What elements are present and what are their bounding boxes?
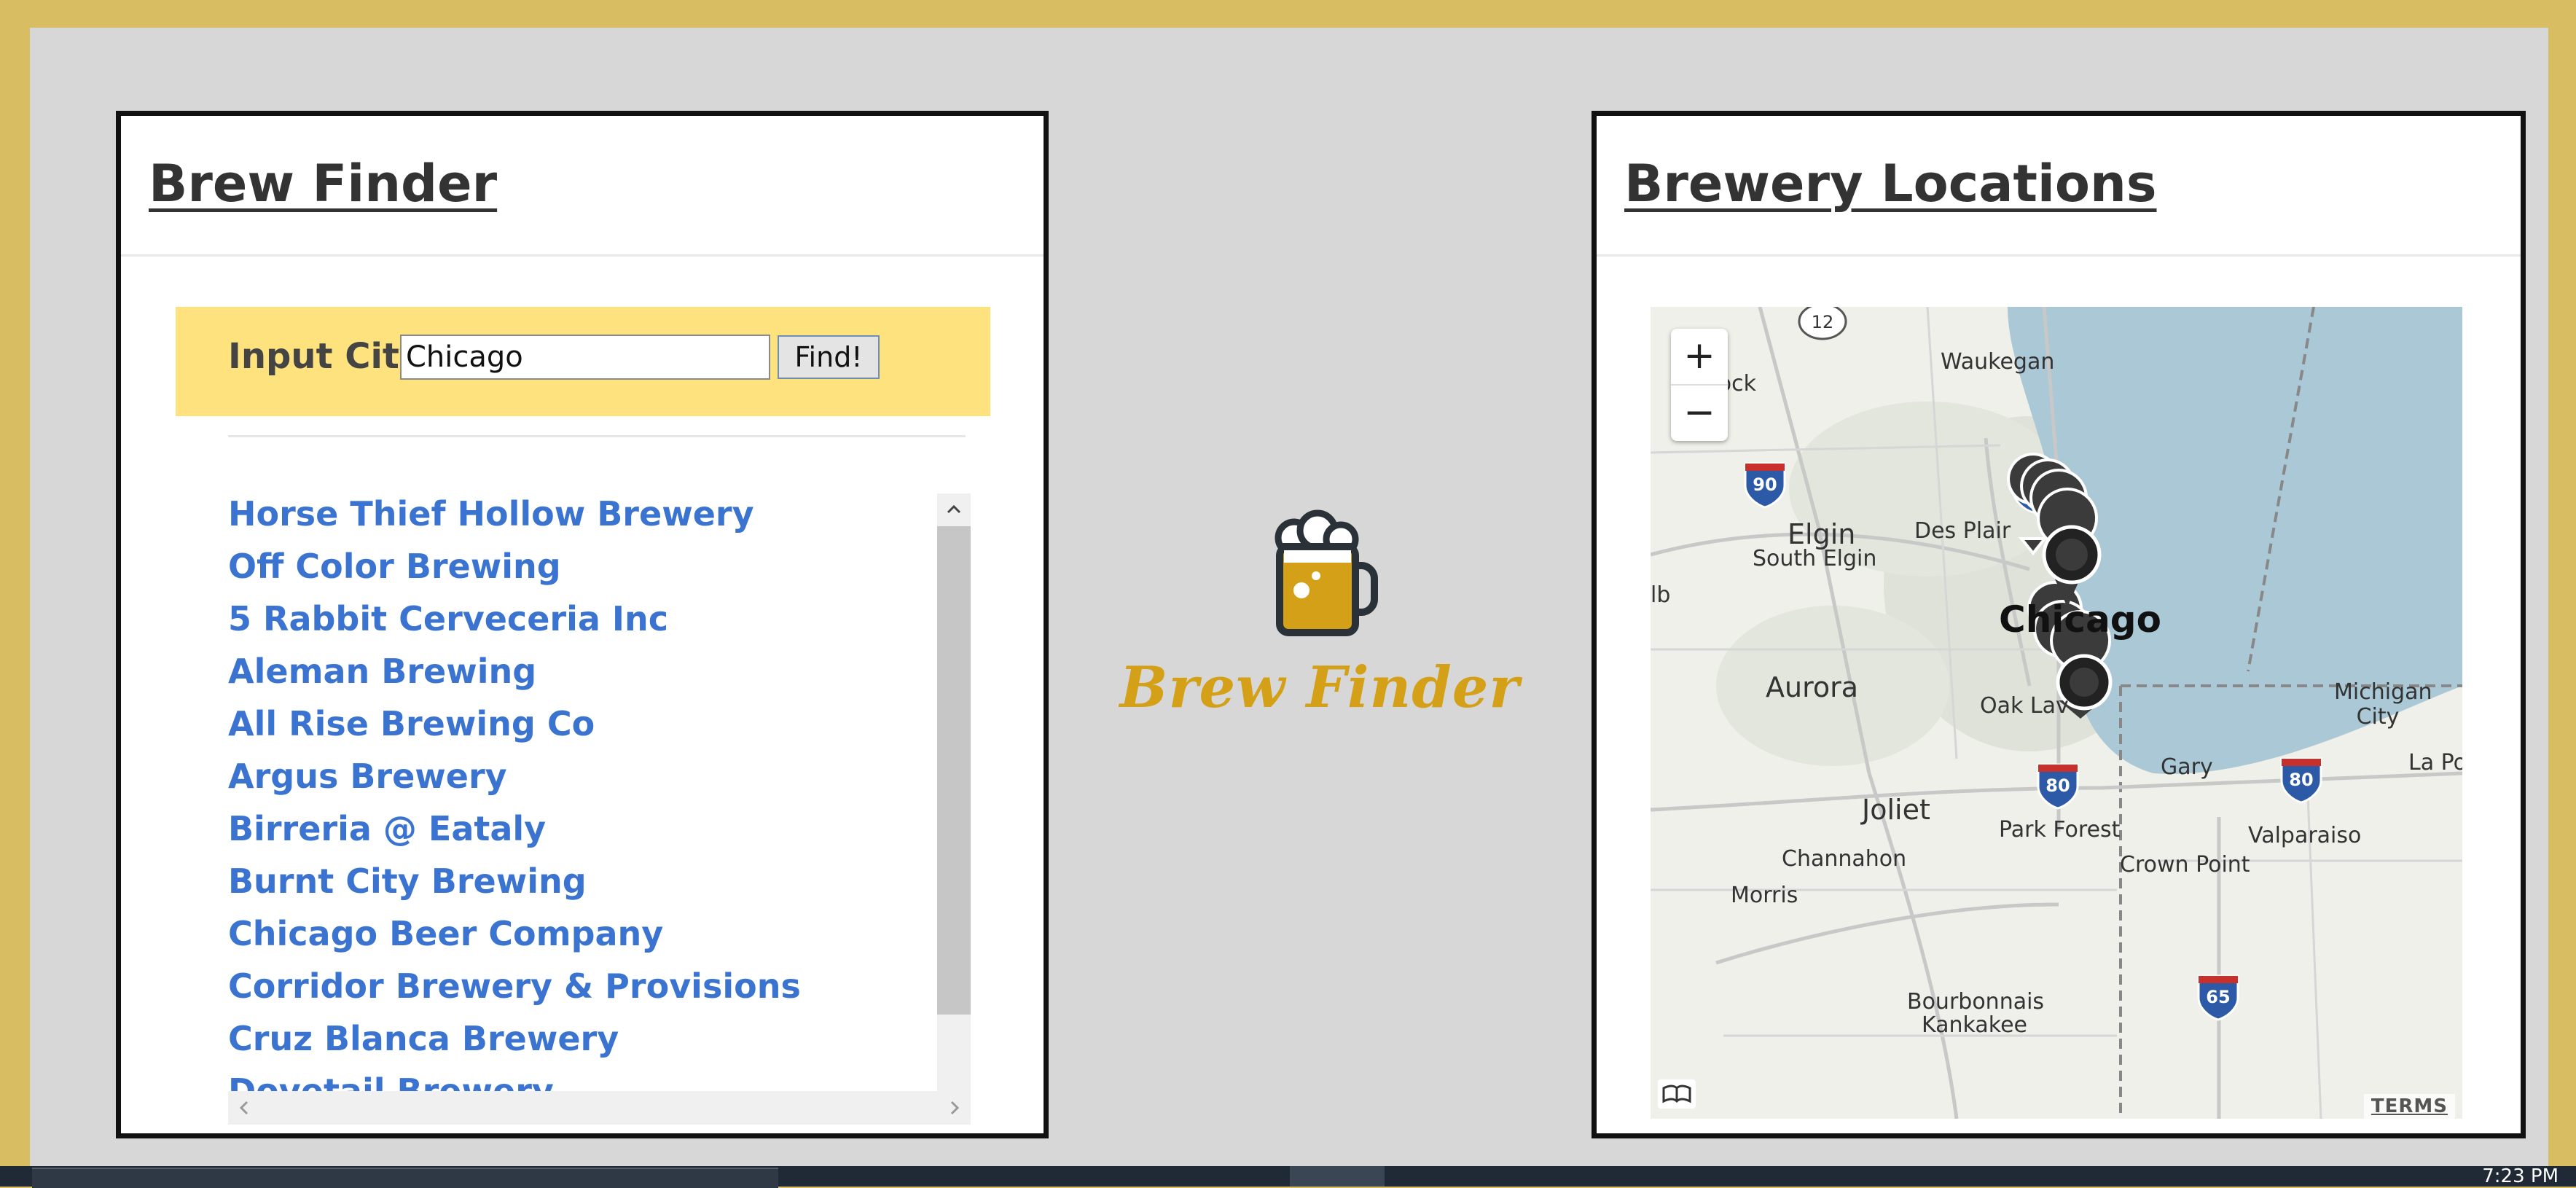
taskbar-search-box[interactable] [32, 1168, 778, 1188]
chevron-up-icon[interactable] [937, 493, 971, 524]
svg-text:90: 90 [1753, 474, 1777, 495]
brewery-result-link[interactable]: Horse Thief Hollow Brewery [228, 489, 957, 542]
brewery-result-link[interactable]: Cruz Blanca Brewery [228, 1014, 957, 1066]
logo-wordmark: Brew Finder [1119, 654, 1520, 721]
map-label-des-plaines: Des Plair [1914, 518, 2011, 544]
brewery-result-link[interactable]: Birreria @ Eataly [228, 804, 957, 856]
brewery-result-link[interactable]: 5 Rabbit Cerveceria Inc [228, 594, 957, 646]
svg-text:12: 12 [1812, 312, 1834, 332]
svg-text:65: 65 [2206, 987, 2230, 1007]
map-label-waukegan: Waukegan [1941, 349, 2055, 375]
map-label-valparaiso: Valparaiso [2248, 823, 2362, 848]
brewery-locations-header: Brewery Locations [1597, 116, 2521, 257]
brew-finder-logo: Brew Finder [1094, 509, 1546, 727]
brew-finder-title: Brew Finder [149, 154, 498, 214]
map-label-michigan-city: Michigan City [2334, 679, 2432, 730]
map-terms-link[interactable]: TERMS [2363, 1094, 2455, 1119]
brewery-locations-card: Brewery Locations 90 80 80 65 12 Waukega… [1592, 111, 2526, 1138]
find-button[interactable]: Find! [778, 335, 880, 379]
brew-finder-header: Brew Finder [121, 116, 1044, 257]
chevron-left-icon[interactable] [230, 1091, 259, 1125]
zoom-in-button[interactable]: + [1671, 329, 1728, 386]
beer-mug-icon [1275, 509, 1378, 636]
horizontal-scrollbar[interactable] [228, 1091, 971, 1125]
map-label-joliet: Joliet [1862, 794, 1930, 826]
map-label-chicago: Chicago [1999, 598, 2161, 641]
map-label-park-forest: Park Forest [1999, 817, 2121, 843]
brewery-result-link[interactable]: Aleman Brewing [228, 646, 957, 699]
brewery-result-link[interactable]: Corridor Brewery & Provisions [228, 961, 957, 1014]
taskbar-active-app[interactable] [1290, 1166, 1385, 1187]
brewery-result-link[interactable]: Chicago Beer Company [228, 909, 957, 961]
scrollbar-thumb[interactable] [937, 526, 971, 1015]
brewery-result-link[interactable]: Argus Brewery [228, 751, 957, 804]
vertical-scrollbar[interactable] [937, 493, 971, 1120]
book-icon[interactable] [1658, 1079, 1696, 1109]
map-label-south-elgin: South Elgin [1753, 546, 1877, 571]
map-zoom-control: + − [1671, 329, 1728, 441]
brewery-locations-title: Brewery Locations [1624, 154, 2157, 214]
page-background: Brew Finder Input City Find! Horse Thief… [30, 28, 2548, 1166]
brewery-results-list[interactable]: Horse Thief Hollow Brewery Off Color Brew… [228, 489, 1002, 1123]
taskbar: 7:23 PM [0, 1165, 2576, 1188]
map-label-gary: Gary [2161, 754, 2213, 780]
divider [228, 435, 966, 437]
city-input[interactable] [400, 335, 770, 380]
map-label-aurora: Aurora [1766, 671, 1859, 703]
map-label-morris: Morris [1731, 883, 1798, 908]
map-label-channahon: Channahon [1782, 846, 1907, 872]
chevron-right-icon[interactable] [940, 1091, 969, 1125]
map-label-bourbonnais: Bourbonnais [1907, 989, 2045, 1015]
map-label-kankakee: Kankakee [1922, 1012, 2027, 1038]
map-label-dekalb: lb [1651, 582, 1671, 608]
svg-text:80: 80 [2289, 770, 2313, 790]
brewery-result-link[interactable]: Burnt City Brewing [228, 856, 957, 909]
map-label-la-porte: La Por [2408, 750, 2462, 775]
map-label-oak-lawn: Oak Lav [1980, 693, 2069, 719]
map-label-crown-point: Crown Point [2120, 852, 2250, 878]
brew-finder-card: Brew Finder Input City Find! Horse Thief… [116, 111, 1049, 1138]
brewery-result-link[interactable]: Off Color Brewing [228, 542, 957, 594]
zoom-out-button[interactable]: − [1671, 386, 1728, 441]
input-city-label: Input City [228, 336, 423, 377]
svg-text:80: 80 [2045, 775, 2070, 796]
taskbar-clock: 7:23 PM [2482, 1165, 2559, 1187]
brewery-result-link[interactable]: All Rise Brewing Co [228, 699, 957, 751]
brewery-map[interactable]: 90 94 80 80 [1651, 307, 2462, 1119]
city-search-panel: Input City Find! [176, 307, 990, 416]
